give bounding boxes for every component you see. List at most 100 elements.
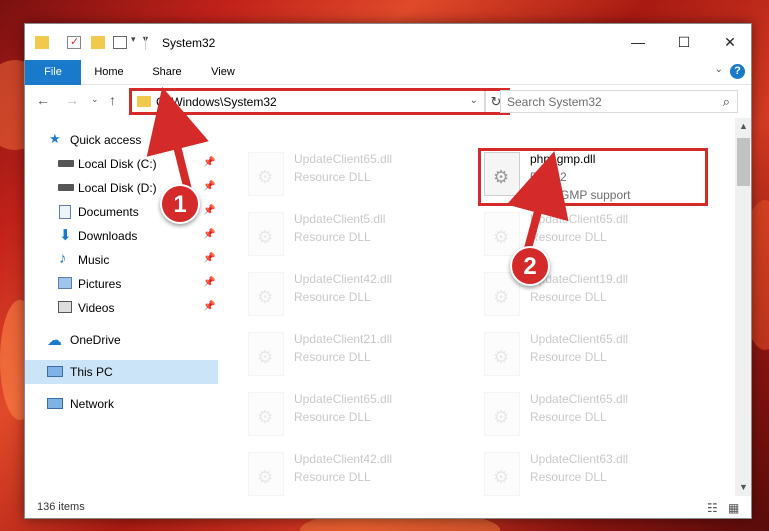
- properties-icon[interactable]: ✓: [67, 36, 81, 49]
- details-view-icon[interactable]: ☷: [707, 501, 721, 515]
- list-item[interactable]: ⚙ UpdateClient65.dll Resource DLL: [484, 330, 714, 382]
- dll-file-icon: ⚙: [484, 212, 520, 256]
- address-highlight-box: [129, 88, 510, 115]
- sidebar-item-music[interactable]: ♪ Music 📌: [25, 248, 218, 272]
- file-type: Resource DLL: [530, 470, 607, 484]
- dll-file-icon: ⚙: [248, 152, 284, 196]
- sidebar-item-label: Network: [70, 397, 115, 411]
- scroll-down-chevron-icon[interactable]: ▼: [735, 479, 751, 496]
- file-name: UpdateClient63.dll: [530, 452, 629, 466]
- search-input[interactable]: Search System32 ⌕: [500, 90, 738, 113]
- title-bar: ✓ ▾ ▼ System32 — ☐ ✕: [25, 24, 751, 60]
- dll-file-icon: ⚙: [484, 392, 520, 436]
- search-icon[interactable]: ⌕: [723, 94, 730, 110]
- sidebar-item-label: Videos: [78, 301, 115, 315]
- dll-file-icon: ⚙: [248, 332, 284, 376]
- file-list: ⚙ UpdateClient65.dll Resource DLL ⚙ Upda…: [218, 118, 735, 496]
- list-item[interactable]: ⚙ UpdateClient65.dll Resource DLL: [248, 390, 478, 442]
- explorer-window: ✓ ▾ ▼ System32 — ☐ ✕ File Home Share Vie…: [24, 23, 752, 519]
- drive-icon: [58, 184, 74, 191]
- sidebar-item-this-pc[interactable]: This PC: [25, 360, 218, 384]
- scroll-up-chevron-icon[interactable]: ▲: [735, 118, 751, 135]
- help-button[interactable]: ?: [730, 64, 745, 79]
- list-item[interactable]: ⚙ UpdateClient65.dll Resource DLL: [248, 150, 478, 202]
- pin-icon[interactable]: 📌: [203, 277, 215, 288]
- file-name: UpdateClient65.dll: [294, 152, 393, 166]
- window-title: System32: [162, 36, 216, 50]
- list-item[interactable]: ⚙ UpdateClient65.dll Resource DLL: [484, 390, 714, 442]
- sidebar-item-label: Local Disk (C:): [78, 157, 157, 171]
- list-item[interactable]: ⚙ UpdateClient42.dll Resource DLL: [248, 450, 478, 502]
- file-type: Resource DLL: [530, 410, 607, 424]
- file-type: Resource DLL: [294, 230, 371, 244]
- dll-file-icon: ⚙: [484, 452, 520, 496]
- list-item[interactable]: ⚙ UpdateClient5.dll Resource DLL: [248, 210, 478, 262]
- sidebar-item-label: OneDrive: [70, 333, 121, 347]
- tab-share[interactable]: Share: [145, 60, 189, 85]
- featured-file-highlight-box: [478, 148, 708, 206]
- folder-icon[interactable]: [35, 36, 49, 49]
- dll-file-icon: ⚙: [248, 452, 284, 496]
- music-icon: ♪: [59, 250, 67, 267]
- tab-home[interactable]: Home: [87, 60, 131, 85]
- pictures-icon: [58, 277, 72, 289]
- dll-file-icon: ⚙: [248, 392, 284, 436]
- sidebar-item-pictures[interactable]: Pictures 📌: [25, 272, 218, 296]
- navigation-pane: ★ Quick access Local Disk (C:) 📌 Local D…: [25, 118, 218, 496]
- file-name: UpdateClient5.dll: [294, 212, 386, 226]
- back-arrow-icon[interactable]: ←: [36, 92, 50, 108]
- file-type: Resource DLL: [530, 230, 607, 244]
- file-name: UpdateClient21.dll: [294, 332, 393, 346]
- pin-icon[interactable]: 📌: [203, 205, 215, 216]
- pin-icon[interactable]: 📌: [203, 229, 215, 240]
- file-type: Resource DLL: [294, 350, 371, 364]
- new-folder-icon[interactable]: [91, 36, 105, 49]
- vertical-scrollbar[interactable]: ▲ ▼: [735, 118, 751, 496]
- expand-ribbon-chevron-icon[interactable]: ⌄: [715, 64, 723, 75]
- sidebar-item-label: Local Disk (D:): [78, 181, 157, 195]
- sidebar-item-quick-access[interactable]: ★ Quick access: [25, 128, 218, 152]
- documents-icon: [59, 205, 71, 219]
- dll-file-icon: ⚙: [248, 272, 284, 316]
- sidebar-item-onedrive[interactable]: ☁ OneDrive: [25, 328, 218, 352]
- customize-toolbar-chevron-icon[interactable]: ▾: [131, 34, 136, 45]
- forward-arrow-icon[interactable]: →: [65, 92, 79, 108]
- sidebar-item-network[interactable]: Network: [25, 392, 218, 416]
- minimize-button[interactable]: —: [615, 24, 661, 60]
- pin-icon[interactable]: 📌: [203, 181, 215, 192]
- list-item[interactable]: ⚙ UpdateClient63.dll Resource DLL: [484, 450, 714, 502]
- tab-view[interactable]: View: [201, 60, 245, 85]
- list-item[interactable]: ⚙ UpdateClient42.dll Resource DLL: [248, 270, 478, 322]
- close-button[interactable]: ✕: [707, 24, 751, 60]
- sidebar-item-videos[interactable]: Videos 📌: [25, 296, 218, 320]
- recent-locations-chevron-icon[interactable]: ⌄: [91, 94, 99, 105]
- file-name: UpdateClient65.dll: [530, 332, 629, 346]
- up-arrow-icon[interactable]: ↑: [109, 92, 116, 108]
- large-icons-view-icon[interactable]: ▦: [728, 501, 742, 515]
- pin-icon[interactable]: 📌: [203, 253, 215, 264]
- status-bar: 136 items ☷ ▦: [25, 496, 751, 518]
- pin-icon[interactable]: 📌: [203, 301, 215, 312]
- downloads-icon: ⬇: [59, 227, 72, 244]
- search-placeholder: Search System32: [507, 95, 602, 109]
- file-type: Resource DLL: [294, 410, 371, 424]
- sidebar-item-downloads[interactable]: ⬇ Downloads 📌: [25, 224, 218, 248]
- step-badge-1: 1: [160, 184, 200, 224]
- sidebar-item-label: Documents: [78, 205, 139, 219]
- pc-icon: [47, 366, 63, 377]
- tab-file[interactable]: File: [25, 60, 81, 85]
- sidebar-item-label: Music: [78, 253, 110, 267]
- list-item[interactable]: ⚙ UpdateClient21.dll Resource DLL: [248, 330, 478, 382]
- step-badge-2: 2: [510, 246, 550, 286]
- file-type: Resource DLL: [294, 470, 371, 484]
- scroll-thumb[interactable]: [737, 138, 750, 186]
- sidebar-item-local-disk-c[interactable]: Local Disk (C:) 📌: [25, 152, 218, 176]
- file-name: UpdateClient42.dll: [294, 272, 393, 286]
- sidebar-item-label: Downloads: [78, 229, 138, 243]
- pin-icon[interactable]: 📌: [203, 157, 215, 168]
- view-options-icon[interactable]: [113, 36, 127, 49]
- maximize-button[interactable]: ☐: [661, 24, 707, 60]
- title-separator: [145, 36, 146, 50]
- ribbon-tabs: File Home Share View ⌄ ?: [25, 60, 751, 85]
- star-icon: ★: [49, 131, 61, 146]
